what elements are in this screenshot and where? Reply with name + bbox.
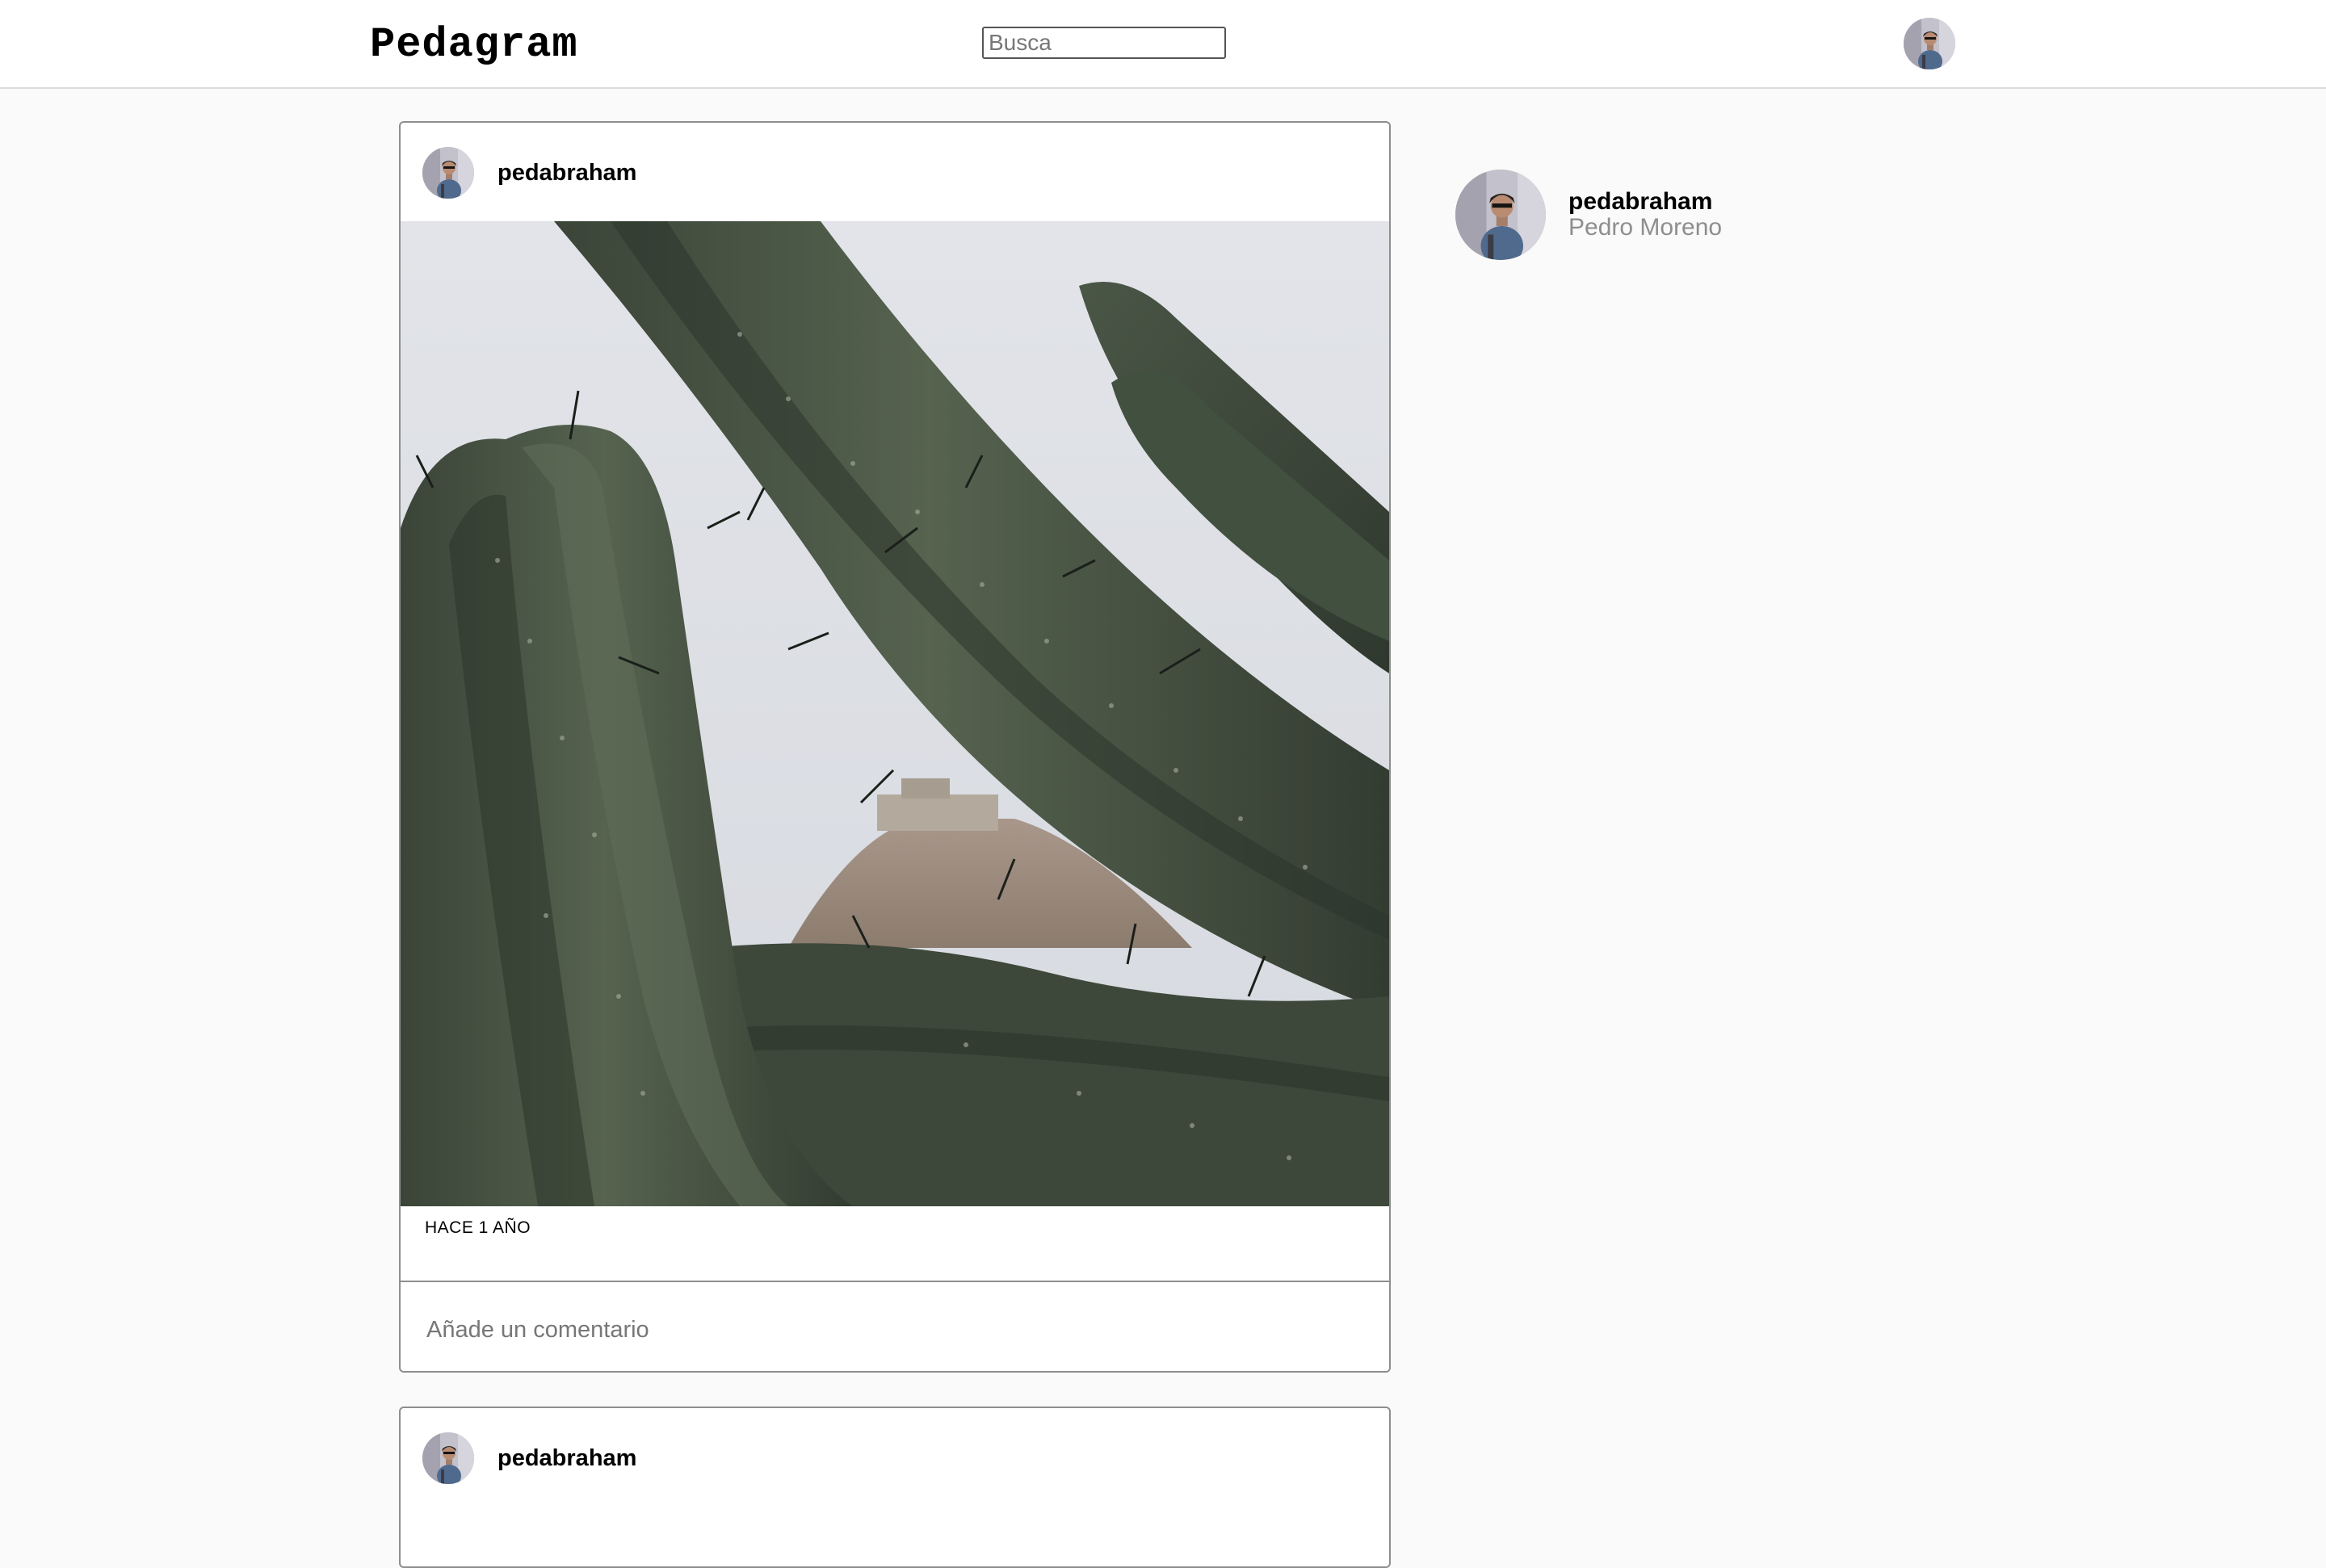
comment-section	[401, 1281, 1389, 1371]
profile-avatar-button[interactable]	[1904, 18, 1955, 69]
post-timestamp: HACE 1 AÑO	[425, 1218, 531, 1237]
user-avatar-icon	[422, 1432, 474, 1484]
search-input[interactable]	[982, 27, 1226, 59]
post-photo	[401, 221, 1389, 1206]
post-author-username[interactable]: pedabraham	[498, 158, 636, 187]
comment-input[interactable]	[425, 1306, 1357, 1353]
user-avatar-icon	[1904, 18, 1955, 69]
post-author-avatar[interactable]	[422, 1432, 474, 1484]
app-logo[interactable]: Pedagram	[370, 19, 578, 71]
sidebar-profile-avatar[interactable]	[1455, 170, 1546, 260]
sidebar-username[interactable]: pedabraham	[1568, 187, 1712, 216]
top-navbar: Pedagram	[0, 0, 2326, 89]
user-avatar-icon	[422, 147, 474, 199]
sidebar-full-name: Pedro Moreno	[1568, 214, 1723, 241]
post-card: pedabraham	[399, 1407, 1391, 1568]
post-header: pedabraham	[401, 123, 1389, 221]
post-author-username[interactable]: pedabraham	[498, 1444, 636, 1473]
user-avatar-icon	[1455, 170, 1546, 260]
post-card: pedabraham	[399, 121, 1391, 1373]
post-author-avatar[interactable]	[422, 147, 474, 199]
